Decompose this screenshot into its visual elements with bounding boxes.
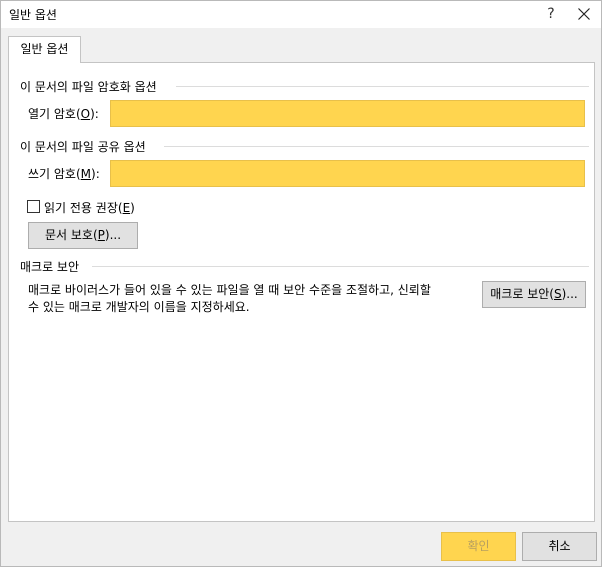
close-button[interactable] xyxy=(571,3,597,25)
tab-label: 일반 옵션 xyxy=(20,42,69,56)
encryption-divider xyxy=(176,86,589,87)
macro-divider xyxy=(92,266,589,267)
help-button[interactable]: ? xyxy=(538,3,564,25)
help-icon: ? xyxy=(547,6,555,22)
dialog-title: 일반 옵션 xyxy=(9,8,57,22)
macro-security-button[interactable]: 매크로 보안(S)... xyxy=(482,281,586,308)
general-options-dialog: 일반 옵션 ? 일반 옵션 이 문서의 파일 암호화 옵션 열기 암호(O): … xyxy=(0,0,602,567)
macro-description: 매크로 바이러스가 들어 있을 수 있는 파일을 열 때 보안 수준을 조절하고… xyxy=(28,282,478,316)
macro-description-line2: 수 있는 매크로 개발자의 이름을 지정하세요. xyxy=(28,300,250,314)
sharing-heading: 이 문서의 파일 공유 옵션 xyxy=(20,140,146,154)
macro-heading: 매크로 보안 xyxy=(20,260,80,274)
title-bar: 일반 옵션 ? xyxy=(1,1,601,28)
open-password-input[interactable] xyxy=(110,100,585,127)
tab-general-options[interactable]: 일반 옵션 xyxy=(8,36,81,63)
open-password-label: 열기 암호(O): xyxy=(28,107,99,121)
readonly-recommended-checkbox[interactable] xyxy=(27,200,40,213)
protect-document-button[interactable]: 문서 보호(P)... xyxy=(28,222,138,249)
readonly-recommended-label[interactable]: 읽기 전용 권장(E) xyxy=(44,199,135,216)
macro-description-line1: 매크로 바이러스가 들어 있을 수 있는 파일을 열 때 보안 수준을 조절하고… xyxy=(28,283,431,297)
write-password-label: 쓰기 암호(M): xyxy=(28,167,100,181)
sharing-divider xyxy=(164,146,589,147)
ok-button[interactable]: 확인 xyxy=(441,532,516,561)
write-password-input[interactable] xyxy=(110,160,585,187)
close-icon xyxy=(578,8,590,20)
cancel-button[interactable]: 취소 xyxy=(522,532,597,561)
encryption-heading: 이 문서의 파일 암호화 옵션 xyxy=(20,80,157,94)
